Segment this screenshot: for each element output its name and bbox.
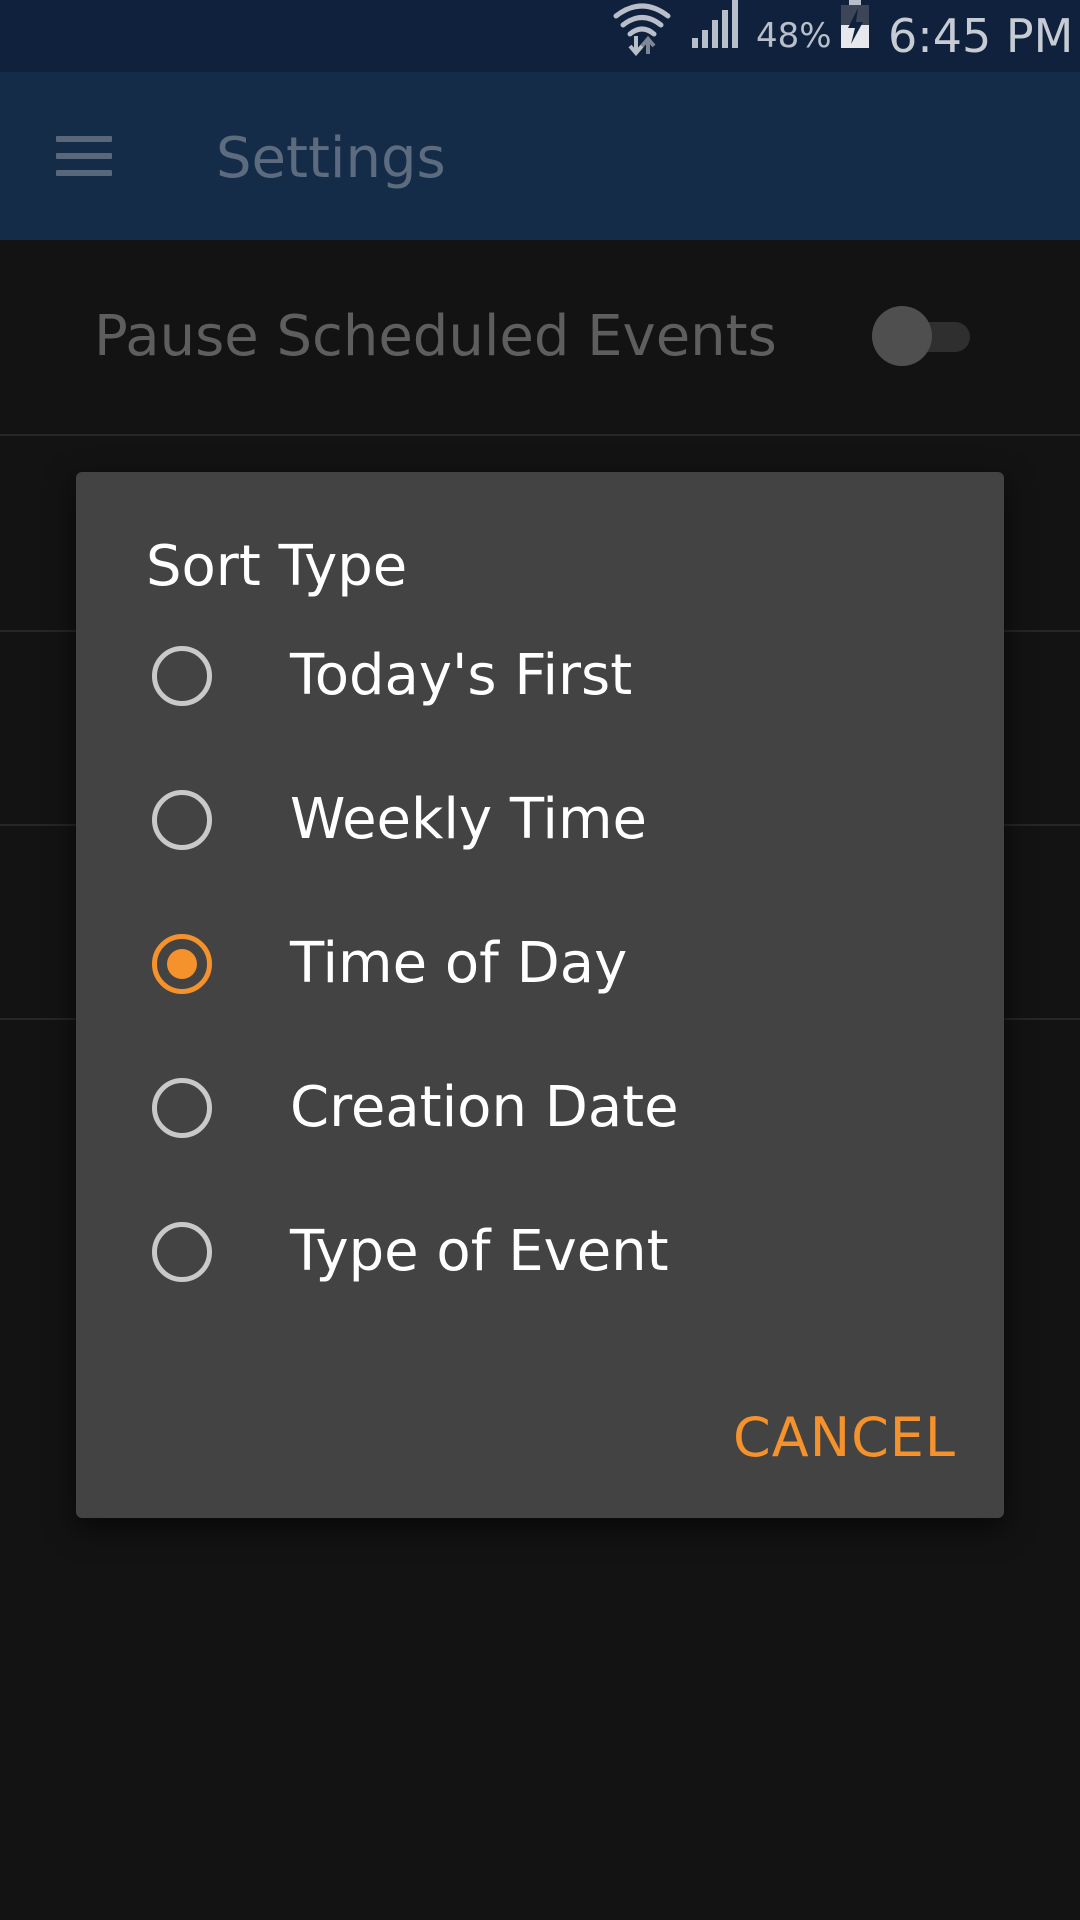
battery-charging-icon	[841, 0, 869, 48]
radio-button[interactable]	[152, 646, 212, 706]
toggle-thumb	[872, 306, 932, 366]
settings-row-pause-scheduled-events[interactable]: Pause Scheduled Events	[0, 240, 1080, 436]
cancel-button[interactable]: CANCEL	[676, 1388, 956, 1488]
pause-scheduled-events-label: Pause Scheduled Events	[94, 304, 777, 369]
pause-scheduled-events-toggle[interactable]	[872, 306, 970, 368]
radio-button-selected[interactable]	[152, 934, 212, 994]
dialog-title: Sort Type	[146, 534, 408, 599]
radio-option-type-of-event[interactable]: Type of Event	[76, 1180, 1004, 1324]
hamburger-menu-icon[interactable]	[56, 136, 112, 176]
radio-option-time-of-day[interactable]: Time of Day	[76, 892, 1004, 1036]
option-label: Time of Day	[290, 931, 628, 996]
radio-button[interactable]	[152, 790, 212, 850]
page-title: Settings	[216, 126, 446, 191]
radio-option-weekly-time[interactable]: Weekly Time	[76, 748, 1004, 892]
screen: 48% 6:45 PM Settings Pause Scheduled Eve…	[0, 0, 1080, 1920]
battery-percent: 48%	[756, 16, 832, 56]
clock: 6:45 PM	[888, 9, 1074, 63]
option-label: Today's First	[290, 643, 633, 708]
radio-button[interactable]	[152, 1078, 212, 1138]
option-label: Weekly Time	[290, 787, 647, 852]
radio-option-todays-first[interactable]: Today's First	[76, 604, 1004, 748]
app-bar: Settings	[0, 72, 1080, 240]
option-label: Creation Date	[290, 1075, 679, 1140]
sort-type-dialog: Sort Type Today's First Weekly Time Time…	[76, 472, 1004, 1518]
option-label: Type of Event	[290, 1219, 669, 1284]
radio-button[interactable]	[152, 1222, 212, 1282]
signal-icon	[692, 0, 738, 48]
status-bar: 48% 6:45 PM	[0, 0, 1080, 72]
radio-option-creation-date[interactable]: Creation Date	[76, 1036, 1004, 1180]
wifi-icon	[613, 3, 671, 56]
